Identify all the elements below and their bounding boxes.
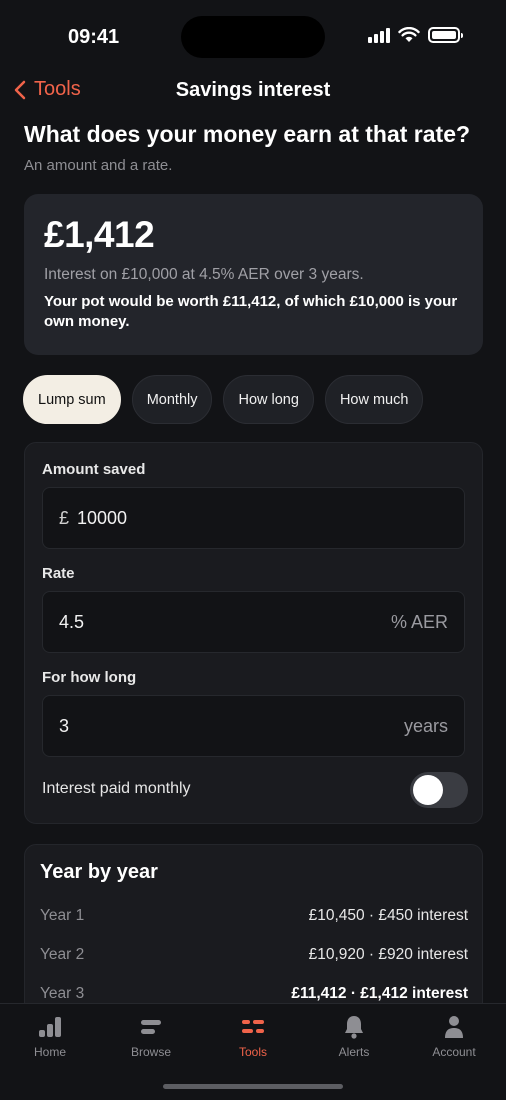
rate-label: Rate (42, 565, 75, 582)
toggle-knob (413, 775, 443, 805)
term-value: 3 (59, 715, 70, 736)
year-row: Year 3 £11,412 · £1,412 interest (40, 985, 468, 1003)
tab-monthly[interactable]: Monthly (131, 375, 213, 424)
year-value: £10,450 · £450 interest (308, 907, 468, 924)
tab-bar-browse[interactable]: Browse (106, 1014, 196, 1059)
mode-tabs: Lump sum Monthly How long How much (23, 375, 424, 424)
headline: What does your money earn at that rate? (24, 121, 471, 147)
signal-icon (368, 27, 390, 43)
back-button[interactable]: Tools (14, 78, 81, 101)
result-card: £1,412 Interest on £10,000 at 4.5% AER o… (24, 194, 483, 355)
year-label: Year 1 (40, 907, 85, 924)
wifi-icon (398, 27, 420, 42)
monthly-toggle-label: Interest paid monthly (42, 780, 191, 797)
rate-field[interactable]: 4.5 % AER (42, 591, 465, 653)
navigation-bar: Savings interest Tools (0, 74, 506, 108)
year-label: Year 2 (40, 946, 85, 963)
chevron-left-icon (14, 80, 26, 99)
monthly-interest-toggle[interactable] (410, 772, 468, 808)
battery-icon (428, 27, 463, 43)
rate-suffix: % AER (390, 611, 448, 632)
amount-field[interactable]: £ 10000 (42, 487, 465, 549)
result-detail: Interest on £10,000 at 4.5% AER over 3 y… (44, 266, 364, 283)
home-indicator (163, 1084, 343, 1089)
person-icon (445, 1016, 463, 1038)
tab-how-much[interactable]: How much (324, 375, 424, 424)
tab-bar-account[interactable]: Account (409, 1014, 499, 1059)
tab-bar-label: Alerts (338, 1045, 370, 1059)
calculator-form: Amount saved £ 10000 Rate 4.5 % AER For … (24, 442, 483, 824)
bell-icon (345, 1016, 363, 1039)
back-label: Tools (34, 78, 81, 100)
tab-bar-label: Account (432, 1045, 476, 1059)
year-row: Year 1 £10,450 · £450 interest (40, 907, 468, 925)
currency-prefix: £ (59, 507, 70, 528)
tab-bar-tools[interactable]: Tools (208, 1014, 298, 1059)
status-icons (368, 27, 463, 43)
browse-icon (141, 1020, 161, 1034)
tab-bar-label: Browse (130, 1045, 171, 1059)
tools-icon (242, 1020, 264, 1033)
amount-label: Amount saved (42, 461, 146, 478)
term-label: For how long (42, 669, 137, 686)
year-row: Year 2 £10,920 · £920 interest (40, 946, 468, 964)
tab-lump-sum[interactable]: Lump sum (23, 375, 121, 424)
status-bar: 09:41 (0, 0, 506, 76)
year-value: £10,920 · £920 interest (308, 946, 468, 963)
tab-bar-label: Home (33, 1045, 66, 1059)
dynamic-island (181, 16, 325, 58)
subline: An amount and a rate. (24, 157, 173, 174)
term-suffix: years (403, 715, 448, 736)
rate-value: 4.5 (59, 611, 85, 632)
result-amount: £1,412 (44, 214, 155, 255)
bar-chart-icon (39, 1017, 61, 1037)
tab-bar-alerts[interactable]: Alerts (309, 1014, 399, 1059)
year-label: Year 3 (40, 985, 85, 1002)
year-value: £11,412 · £1,412 interest (291, 985, 468, 1002)
result-summary: Your pot would be worth £11,412, of whic… (44, 293, 458, 330)
term-field[interactable]: 3 years (42, 695, 465, 757)
tab-bar-home[interactable]: Home (5, 1014, 95, 1059)
tab-bar-label: Tools (238, 1045, 267, 1059)
status-time: 09:41 (68, 26, 120, 48)
year-by-year-title: Year by year (40, 861, 158, 883)
tab-how-long[interactable]: How long (223, 375, 314, 424)
amount-value: 10000 (77, 507, 128, 528)
